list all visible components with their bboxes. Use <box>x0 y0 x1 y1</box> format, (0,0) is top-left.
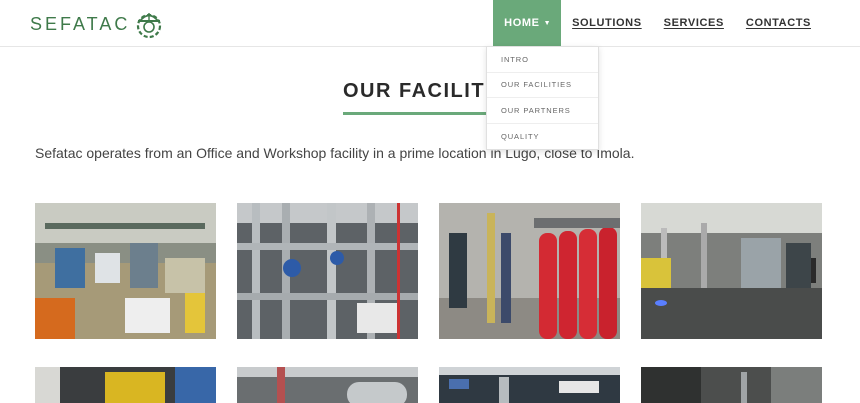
main-nav: HOME ▼ SOLUTIONS SERVICES CONTACTS <box>493 0 822 46</box>
piping-photo-6[interactable] <box>237 367 418 403</box>
nav-contacts[interactable]: CONTACTS <box>735 0 822 46</box>
nav-solutions[interactable]: SOLUTIONS <box>561 0 653 46</box>
equipment-photo-8[interactable] <box>641 367 822 403</box>
helmet-gear-icon <box>137 13 162 39</box>
dropdown-item-intro[interactable]: INTRO <box>487 47 598 73</box>
home-dropdown-menu: INTRO OUR FACILITIES OUR PARTNERS QUALIT… <box>486 46 599 150</box>
dropdown-item-facilities[interactable]: OUR FACILITIES <box>487 73 598 98</box>
nav-home[interactable]: HOME ▼ <box>493 0 562 46</box>
site-header: SEFATAC HOME ▼ SOLUTIONS SERVICES CONTAC… <box>0 0 860 47</box>
dropdown-item-partners[interactable]: OUR PARTNERS <box>487 98 598 124</box>
nav-services[interactable]: SERVICES <box>653 0 735 46</box>
pipework-photo-7[interactable] <box>439 367 620 403</box>
test-hall-photo[interactable] <box>641 203 822 339</box>
caret-down-icon: ▼ <box>543 19 552 27</box>
workshop-floor-photo[interactable] <box>35 203 216 339</box>
logo-text: SEFATAC <box>30 13 131 34</box>
title-underline <box>343 112 489 115</box>
machinery-photo-5[interactable] <box>35 367 216 403</box>
fire-extinguisher-cylinders-photo[interactable] <box>439 203 620 339</box>
dropdown-item-quality[interactable]: QUALITY <box>487 124 598 150</box>
logo[interactable]: SEFATAC <box>30 7 164 41</box>
nav-home-label: HOME <box>504 17 540 29</box>
piping-assembly-photo[interactable] <box>237 203 418 339</box>
